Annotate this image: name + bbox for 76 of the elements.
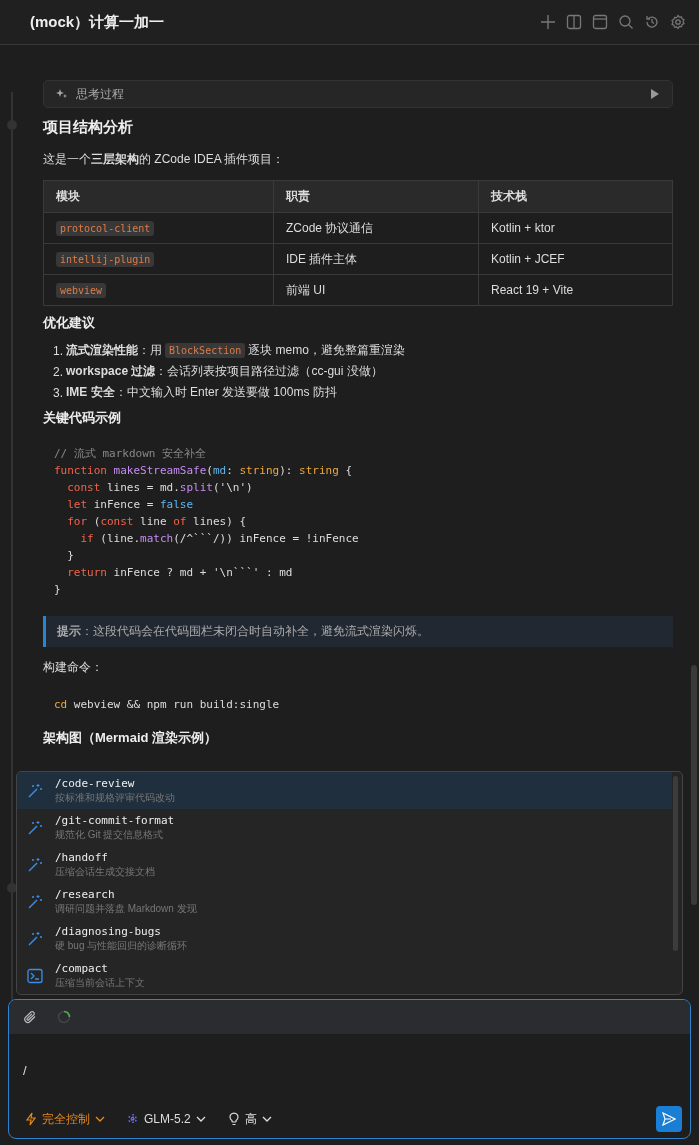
model-dropdown[interactable]: GLM-5.2 <box>123 1108 210 1130</box>
command-item[interactable]: /diagnosing-bugs 硬 bug 与性能回归的诊断循环 <box>17 920 672 957</box>
column-header: 模块 <box>43 180 274 213</box>
table-cell: ZCode 协议通信 <box>286 220 374 235</box>
split-view-icon[interactable] <box>566 14 582 30</box>
command-name: /compact <box>55 961 109 975</box>
command-name: /diagnosing-bugs <box>55 924 162 938</box>
list-text: IME 安全：中文输入时 Enter 发送要做 100ms 防抖 <box>66 384 337 401</box>
effort-dropdown[interactable]: 高 <box>223 1106 276 1132</box>
command-item[interactable]: /code-review 按标准和规格评审代码改动 <box>17 772 672 809</box>
list-number: 2. <box>53 364 63 379</box>
list-text: workspace 过滤：会话列表按项目路径过滤（cc-gui 没做） <box>66 363 383 380</box>
history-icon[interactable] <box>644 14 660 30</box>
window-icon[interactable] <box>592 14 608 30</box>
section-heading: 关键代码示例 <box>43 409 122 427</box>
command-description: 按标准和规格评审代码改动 <box>55 790 175 805</box>
list-number: 3. <box>53 385 63 400</box>
table-cell: React 19 + Vite <box>491 283 574 297</box>
code-snippet: // 流式 markdown 安全补全 function makeStreamSafe(md: string): string { const lines = md.split('\n') let inFence = false for (const line of lines) { if (line.match(/^```/)) inFence = !inFence } return inFence ? md + '\n```' : md } <box>53 446 360 598</box>
command-text: cd webview && npm run build:single <box>53 697 281 713</box>
scrollbar[interactable] <box>691 665 697 905</box>
table-cell: 前端 UI <box>286 282 326 297</box>
send-icon <box>662 1112 676 1126</box>
settings-icon[interactable] <box>670 14 686 30</box>
table-cell: Kotlin + ktor <box>491 221 555 235</box>
module-name: intellij-plugin <box>56 252 155 267</box>
magic-wand-icon <box>27 930 43 947</box>
intro-text: 这是一个三层架构的 ZCode IDEA 插件项目： <box>43 151 286 168</box>
add-icon[interactable] <box>540 14 556 30</box>
command-name: /handoff <box>55 850 109 864</box>
search-icon[interactable] <box>618 14 634 30</box>
command-item[interactable]: /research 调研问题并落盘 Markdown 发现 <box>17 883 672 920</box>
command-item[interactable]: /handoff 压缩会话生成交接文档 <box>17 846 672 883</box>
command-description: 调研问题并落盘 Markdown 发现 <box>55 901 197 916</box>
section-heading: 优化建议 <box>43 314 96 332</box>
thinking-toggle[interactable]: 思考过程 <box>43 80 673 108</box>
command-name: /git-commit-format <box>55 813 175 827</box>
inline-code: BlockSection <box>165 343 246 358</box>
column-header: 职责 <box>273 180 479 213</box>
magic-wand-icon <box>27 819 43 836</box>
chat-title: (mock）计算一加一 <box>30 12 166 32</box>
asterisk-icon <box>127 1113 139 1125</box>
lightbulb-icon <box>227 1112 240 1126</box>
loading-spinner-icon <box>57 1010 71 1024</box>
column-header: 技术栈 <box>478 180 673 213</box>
section-heading: 架构图（Mermaid 渲染示例） <box>43 729 219 747</box>
magic-wand-icon <box>27 782 43 799</box>
command-description: 硬 bug 与性能回归的诊断循环 <box>55 938 188 953</box>
command-description: 压缩会话生成交接文档 <box>55 864 155 879</box>
send-button[interactable] <box>656 1106 682 1132</box>
command-name: /code-review <box>55 776 136 790</box>
chevron-down-icon <box>95 1116 105 1122</box>
mode-dropdown[interactable]: 完全控制 <box>21 1106 109 1132</box>
list-number: 1. <box>53 343 63 358</box>
chevron-down-icon <box>261 1116 272 1122</box>
paperclip-icon[interactable] <box>23 1010 37 1024</box>
command-description: 规范化 Git 提交信息格式 <box>55 827 165 842</box>
list-text: 流式渲染性能：用 <box>66 342 162 359</box>
lightning-icon <box>25 1112 37 1126</box>
module-name: webview <box>56 283 107 298</box>
command-name: /research <box>55 887 116 901</box>
sparkle-icon <box>56 88 68 100</box>
command-item[interactable]: /git-commit-format 规范化 Git 提交信息格式 <box>17 809 672 846</box>
module-name: protocol-client <box>56 221 155 236</box>
section-heading: 项目结构分析 <box>43 118 134 137</box>
table-cell: IDE 插件主体 <box>286 251 358 266</box>
magic-wand-icon <box>27 856 43 873</box>
menu-scrollbar[interactable] <box>673 776 678 951</box>
table-cell: Kotlin + JCEF <box>491 252 565 266</box>
terminal-icon <box>27 967 43 984</box>
magic-wand-icon <box>27 893 43 910</box>
tip-callout: 提示：这段代码会在代码围栏未闭合时自动补全，避免流式渲染闪烁。 <box>43 616 673 647</box>
list-text: 逐块 memo，避免整篇重渲染 <box>248 342 405 359</box>
build-label: 构建命令： <box>43 659 104 676</box>
chevron-down-icon <box>195 1116 206 1122</box>
message-composer[interactable]: / 完全控制 GLM-5.2 高 <box>8 999 691 1139</box>
